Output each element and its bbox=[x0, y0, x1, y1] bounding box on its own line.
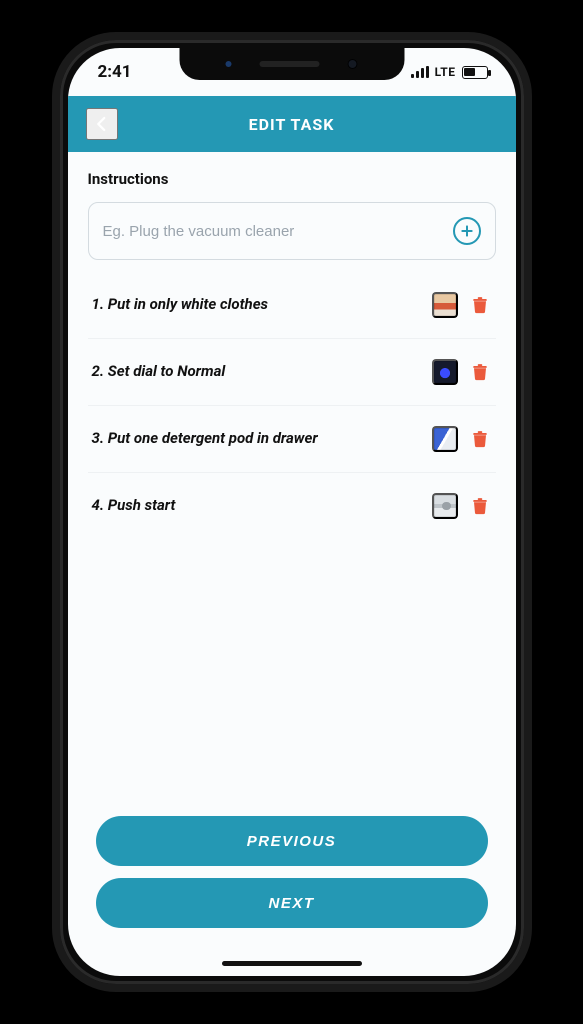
battery-icon bbox=[462, 66, 488, 79]
instruction-item: 2. Set dial to Normal bbox=[88, 339, 496, 406]
network-type-label: LTE bbox=[435, 65, 456, 79]
page-title: EDIT TASK bbox=[249, 115, 335, 134]
trash-icon bbox=[471, 362, 489, 382]
phone-volume-down bbox=[52, 360, 55, 428]
new-instruction-row bbox=[88, 202, 496, 260]
delete-instruction-button[interactable] bbox=[468, 360, 492, 384]
instruction-thumbnail[interactable] bbox=[432, 359, 458, 385]
status-time: 2:41 bbox=[98, 62, 132, 82]
chevron-left-icon bbox=[93, 115, 111, 133]
trash-icon bbox=[471, 295, 489, 315]
content: Instructions 1. Put in only white clothe… bbox=[68, 152, 516, 976]
section-label-instructions: Instructions bbox=[88, 170, 496, 188]
add-instruction-button[interactable] bbox=[453, 217, 481, 245]
bottom-actions: PREVIOUS NEXT bbox=[88, 810, 496, 970]
instruction-thumbnail[interactable] bbox=[432, 426, 458, 452]
instruction-text: 2. Set dial to Normal bbox=[92, 362, 422, 382]
instruction-thumbnail[interactable] bbox=[432, 292, 458, 318]
notch-camera-icon bbox=[348, 59, 358, 69]
instruction-item: 4. Push start bbox=[88, 473, 496, 539]
delete-instruction-button[interactable] bbox=[468, 494, 492, 518]
stage: 2:41 LTE EDIT TASK Instructions bbox=[0, 0, 583, 1024]
instruction-text: 1. Put in only white clothes bbox=[92, 295, 422, 315]
phone-volume-up bbox=[52, 280, 55, 348]
notch-sensor-icon bbox=[226, 61, 232, 67]
instruction-thumbnail[interactable] bbox=[432, 493, 458, 519]
phone-side-switch bbox=[52, 220, 55, 256]
phone-frame: 2:41 LTE EDIT TASK Instructions bbox=[52, 32, 532, 992]
instruction-item: 3. Put one detergent pod in drawer bbox=[88, 406, 496, 473]
nav-bar: EDIT TASK bbox=[68, 96, 516, 152]
back-button[interactable] bbox=[86, 108, 118, 140]
new-instruction-input[interactable] bbox=[103, 223, 453, 240]
notch-speaker bbox=[260, 61, 320, 67]
delete-instruction-button[interactable] bbox=[468, 293, 492, 317]
cellular-signal-icon bbox=[411, 66, 429, 78]
delete-instruction-button[interactable] bbox=[468, 427, 492, 451]
instruction-item: 1. Put in only white clothes bbox=[88, 272, 496, 339]
next-button[interactable]: NEXT bbox=[96, 878, 488, 928]
trash-icon bbox=[471, 429, 489, 449]
phone-notch bbox=[179, 48, 404, 80]
status-right: LTE bbox=[411, 65, 488, 79]
previous-button[interactable]: PREVIOUS bbox=[96, 816, 488, 866]
instruction-text: 4. Push start bbox=[92, 496, 422, 516]
home-indicator[interactable] bbox=[222, 961, 362, 966]
plus-icon bbox=[459, 223, 475, 239]
trash-icon bbox=[471, 496, 489, 516]
screen: 2:41 LTE EDIT TASK Instructions bbox=[68, 48, 516, 976]
instruction-list: 1. Put in only white clothes 2. Set dial… bbox=[88, 272, 496, 539]
instruction-text: 3. Put one detergent pod in drawer bbox=[92, 429, 422, 449]
phone-power-button bbox=[529, 290, 532, 386]
